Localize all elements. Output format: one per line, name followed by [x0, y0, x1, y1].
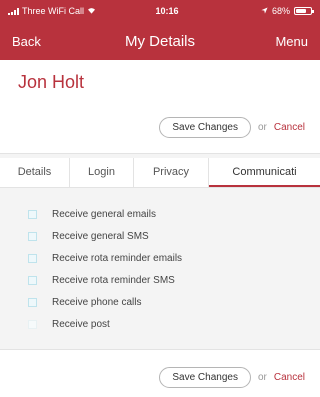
save-changes-button[interactable]: Save Changes	[159, 117, 251, 138]
cancel-link[interactable]: Cancel	[274, 372, 305, 383]
location-arrow-icon	[261, 6, 268, 16]
option-rota-reminder-emails[interactable]: Receive rota reminder emails	[0, 247, 320, 269]
status-time: 10:16	[155, 6, 179, 16]
or-text: or	[257, 122, 267, 133]
option-label: Receive rota reminder emails	[52, 252, 183, 264]
status-right: 68%	[216, 6, 314, 16]
status-bar: Three WiFi Call 10:16 68%	[0, 0, 320, 22]
or-text: or	[257, 372, 267, 383]
checkbox[interactable]	[28, 231, 37, 241]
tab-login[interactable]: Login	[70, 158, 134, 187]
option-general-emails[interactable]: Receive general emails	[0, 203, 320, 225]
page-title: My Details	[124, 32, 195, 50]
footer-actions: Save Changes or Cancel	[0, 349, 320, 397]
battery-percent: 68%	[271, 6, 290, 16]
option-rota-reminder-sms[interactable]: Receive rota reminder SMS	[0, 269, 320, 291]
save-changes-button[interactable]: Save Changes	[159, 367, 251, 388]
option-label: Receive general emails	[52, 208, 156, 220]
option-label: Receive rota reminder SMS	[52, 274, 175, 286]
option-post[interactable]: Receive post	[0, 313, 320, 335]
bottom-action-row: Save Changes or Cancel	[159, 367, 305, 388]
carrier-name: Three WiFi Call	[22, 6, 85, 16]
option-label: Receive phone calls	[52, 296, 142, 308]
communication-options: Receive general emails Receive general S…	[0, 203, 320, 335]
profile-header: Jon Holt Save Changes or Cancel	[0, 60, 320, 154]
top-action-row: Save Changes or Cancel	[159, 117, 305, 138]
nav-bar: Back My Details Menu	[0, 22, 320, 60]
checkbox[interactable]	[28, 297, 37, 307]
checkbox[interactable]	[28, 319, 37, 329]
tab-communications[interactable]: Communicati	[209, 158, 320, 187]
battery-fill	[296, 9, 306, 13]
signal-icon	[8, 7, 19, 15]
menu-button[interactable]: Menu	[238, 34, 308, 49]
option-general-sms[interactable]: Receive general SMS	[0, 225, 320, 247]
back-button[interactable]: Back	[12, 34, 82, 49]
tab-bar: Details Login Privacy Communicati	[0, 158, 320, 188]
user-name: Jon Holt	[18, 72, 85, 92]
tab-details[interactable]: Details	[0, 158, 70, 187]
checkbox[interactable]	[28, 275, 37, 285]
battery-icon	[294, 7, 314, 15]
wifi-icon	[87, 6, 96, 16]
cancel-link[interactable]: Cancel	[274, 122, 305, 133]
checkbox[interactable]	[28, 253, 37, 263]
option-label: Receive post	[52, 318, 110, 330]
checkbox[interactable]	[28, 209, 37, 219]
status-left: Three WiFi Call	[8, 6, 104, 16]
option-label: Receive general SMS	[52, 230, 149, 242]
option-phone-calls[interactable]: Receive phone calls	[0, 291, 320, 313]
tab-privacy[interactable]: Privacy	[134, 158, 209, 187]
